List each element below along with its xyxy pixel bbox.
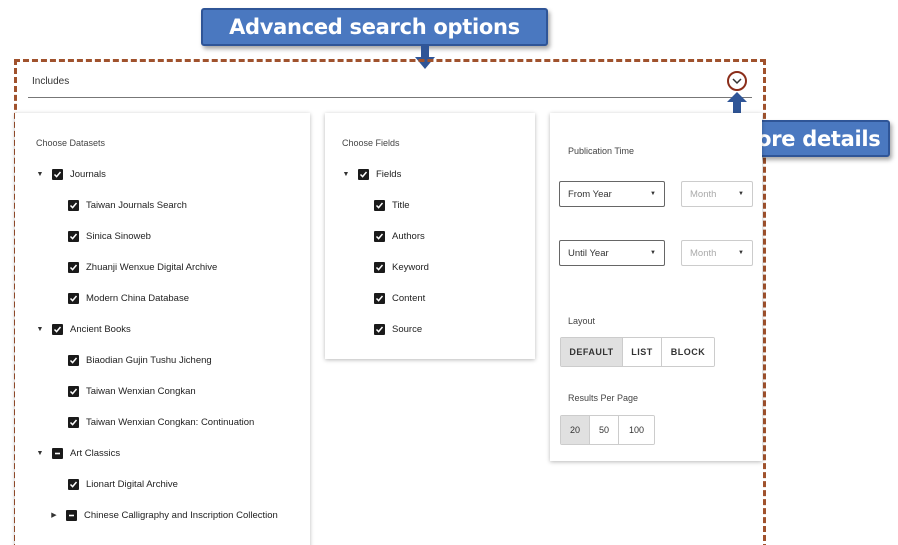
includes-divider xyxy=(28,97,752,98)
dataset-item-label: Zhuanji Wenxue Digital Archive xyxy=(86,261,218,273)
field-item-label: Content xyxy=(392,292,426,304)
field-item[interactable]: Source xyxy=(374,321,422,337)
dataset-subgroup-label: Chinese Calligraphy and Inscription Coll… xyxy=(84,509,278,521)
dataset-item[interactable]: Zhuanji Wenxue Digital Archive xyxy=(68,259,217,275)
field-item[interactable]: Keyword xyxy=(374,259,429,275)
checkbox-checked-icon[interactable] xyxy=(374,292,385,304)
checkbox-checked-icon[interactable] xyxy=(374,323,385,335)
dataset-item[interactable]: Taiwan Wenxian Congkan xyxy=(68,383,196,399)
dataset-group-label: Art Classics xyxy=(70,447,121,459)
checkbox-checked-icon[interactable] xyxy=(358,168,369,180)
field-item[interactable]: Authors xyxy=(374,228,425,244)
results-per-page-group: 20 50 100 xyxy=(560,415,655,445)
until-year-value: Until Year xyxy=(568,247,609,259)
dropdown-triangle-icon: ▼ xyxy=(738,191,744,197)
fields-title: Choose Fields xyxy=(342,138,400,148)
checkbox-checked-icon[interactable] xyxy=(52,323,63,335)
checkbox-checked-icon[interactable] xyxy=(68,354,79,366)
checkbox-checked-icon[interactable] xyxy=(68,199,79,211)
layout-toggle-group: DEFAULT LIST BLOCK xyxy=(560,337,715,367)
details-arrow-head xyxy=(727,92,747,102)
layout-title: Layout xyxy=(568,316,596,326)
dataset-item-label: Modern China Database xyxy=(86,292,189,304)
field-item-label: Title xyxy=(392,199,410,211)
fields-panel xyxy=(325,113,535,359)
checkbox-checked-icon[interactable] xyxy=(68,478,79,490)
field-item-label: Authors xyxy=(392,230,425,242)
checkbox-checked-icon[interactable] xyxy=(68,292,79,304)
dataset-item-label: Taiwan Wenxian Congkan xyxy=(86,385,196,397)
from-year-value: From Year xyxy=(568,188,612,200)
includes-label: Includes xyxy=(32,76,70,87)
until-month-value: Month xyxy=(690,247,717,259)
field-item-label: Source xyxy=(392,323,423,335)
checkbox-checked-icon[interactable] xyxy=(68,385,79,397)
dropdown-triangle-icon: ▼ xyxy=(650,250,656,256)
field-group[interactable]: ▼ Fields xyxy=(340,166,401,182)
layout-block-button[interactable]: BLOCK xyxy=(662,338,714,366)
results-per-page-title: Results Per Page xyxy=(568,393,639,403)
checkbox-checked-icon[interactable] xyxy=(68,230,79,242)
advanced-search-callout: Advanced search options xyxy=(201,8,548,46)
dataset-group-journals[interactable]: ▼ Journals xyxy=(34,166,106,182)
layout-default-button[interactable]: DEFAULT xyxy=(561,338,623,366)
dataset-group-label: Journals xyxy=(70,168,106,180)
datasets-title: Choose Datasets xyxy=(36,138,106,148)
dataset-item-label: Sinica Sinoweb xyxy=(86,230,151,242)
checkbox-checked-icon[interactable] xyxy=(52,168,63,180)
results-20-button[interactable]: 20 xyxy=(561,416,590,444)
caret-down-icon[interactable]: ▼ xyxy=(34,171,46,178)
until-month-select[interactable]: Month ▼ xyxy=(681,240,753,266)
from-month-value: Month xyxy=(690,188,717,200)
dataset-item-label: Lionart Digital Archive xyxy=(86,478,178,490)
dataset-item[interactable]: Lionart Digital Archive xyxy=(68,476,178,492)
caret-down-icon[interactable]: ▼ xyxy=(34,450,46,457)
field-item[interactable]: Title xyxy=(374,197,410,213)
until-year-select[interactable]: Until Year ▼ xyxy=(559,240,665,266)
caret-down-icon[interactable]: ▼ xyxy=(340,171,352,178)
dataset-item-label: Biaodian Gujin Tushu Jicheng xyxy=(86,354,212,366)
dataset-item[interactable]: Biaodian Gujin Tushu Jicheng xyxy=(68,352,212,368)
from-year-select[interactable]: From Year ▼ xyxy=(559,181,665,207)
checkbox-checked-icon[interactable] xyxy=(374,199,385,211)
layout-list-button[interactable]: LIST xyxy=(623,338,662,366)
dropdown-triangle-icon: ▼ xyxy=(738,250,744,256)
field-item-label: Keyword xyxy=(392,261,429,273)
dropdown-triangle-icon: ▼ xyxy=(650,191,656,197)
results-100-button[interactable]: 100 xyxy=(619,416,654,444)
checkbox-checked-icon[interactable] xyxy=(68,261,79,273)
field-item[interactable]: Content xyxy=(374,290,425,306)
checkbox-checked-icon[interactable] xyxy=(374,261,385,273)
checkbox-checked-icon[interactable] xyxy=(68,416,79,428)
results-50-button[interactable]: 50 xyxy=(590,416,619,444)
expand-details-button[interactable] xyxy=(727,71,747,91)
chevron-down-icon xyxy=(732,77,742,84)
dataset-subgroup-calligraphy[interactable]: ▶ Chinese Calligraphy and Inscription Co… xyxy=(48,507,278,523)
field-group-label: Fields xyxy=(376,168,402,180)
dataset-item-label: Taiwan Wenxian Congkan: Continuation xyxy=(86,416,255,428)
checkbox-indeterminate-icon[interactable] xyxy=(66,509,77,521)
caret-down-icon[interactable]: ▼ xyxy=(34,326,46,333)
dataset-group-art-classics[interactable]: ▼ Art Classics xyxy=(34,445,120,461)
options-panel xyxy=(550,113,762,461)
dataset-item-label: Taiwan Journals Search xyxy=(86,199,187,211)
from-month-select[interactable]: Month ▼ xyxy=(681,181,753,207)
checkbox-indeterminate-icon[interactable] xyxy=(52,447,63,459)
dataset-group-label: Ancient Books xyxy=(70,323,131,335)
dataset-item[interactable]: Sinica Sinoweb xyxy=(68,228,151,244)
checkbox-checked-icon[interactable] xyxy=(374,230,385,242)
dataset-group-ancient-books[interactable]: ▼ Ancient Books xyxy=(34,321,131,337)
dataset-item[interactable]: Taiwan Wenxian Congkan: Continuation xyxy=(68,414,254,430)
dataset-item[interactable]: Taiwan Journals Search xyxy=(68,197,187,213)
publication-time-title: Publication Time xyxy=(568,146,635,156)
dataset-item[interactable]: Modern China Database xyxy=(68,290,189,306)
caret-right-icon[interactable]: ▶ xyxy=(48,511,60,519)
